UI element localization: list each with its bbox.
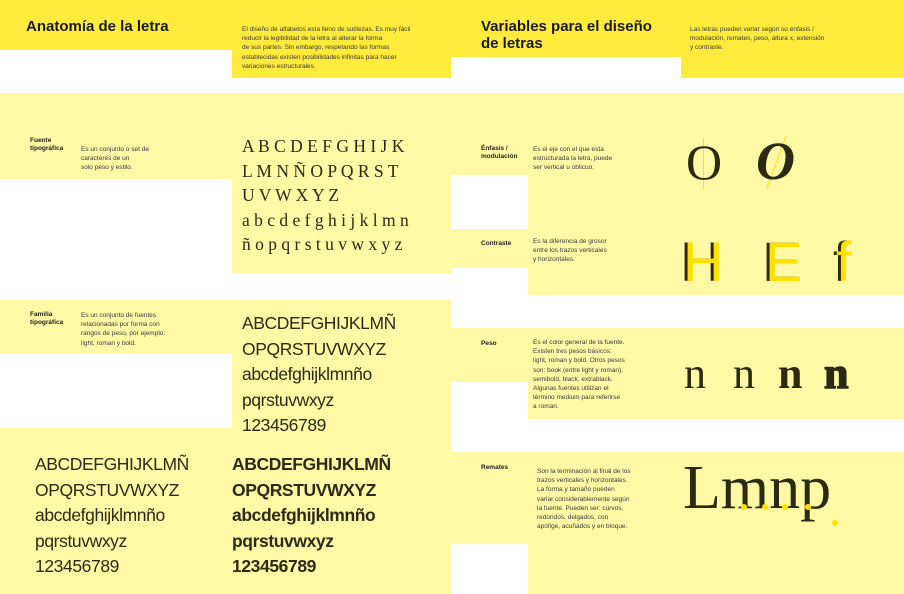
left-intro-text: El diseño de alfabetos esta lleno de sut… [242,26,411,70]
contraste-glyph-f: f [836,230,852,293]
familia-label: Familia tipográfica [30,311,64,326]
contraste-glyph-h: H [683,230,724,293]
enfasis-vertical-o: O [684,134,724,190]
peso-glyph-roman: n [733,349,755,398]
enfasis-description: Es el eje con el que esta estructurada l… [533,146,613,172]
peso-glyph-light: n [684,349,706,398]
serif-dot-4 [805,504,811,510]
remates-description: Son la terminación al final de los trazo… [537,468,631,531]
serif-dot-3 [782,504,788,510]
enfasis-oblique-o: O [754,131,810,191]
left-page-title: Anatomía de la letra [26,18,169,35]
familia-description: Es un conjunto de fuentes relacionadas p… [81,312,166,347]
serif-font-sample: A B C D E F G H I J K L M N Ñ O P Q R S … [242,136,409,254]
sans-bold-sample: ABCDEFGHIJKLMÑ OPQRSTUVWXYZ abcdefghijkl… [232,454,391,576]
remates-word: Lmnp [683,454,832,522]
enfasis-glyph-vertical: O [686,134,723,190]
serif-dot-1 [741,504,747,510]
peso-glyph-black: n [823,349,850,399]
contraste-glyph-e: E [765,230,803,293]
sans-light-sample: ABCDEFGHIJKLMÑ OPQRSTUVWXYZ abcdefghijkl… [242,313,396,435]
sans-regular-sample: ABCDEFGHIJKLMÑ OPQRSTUVWXYZ abcdefghijkl… [35,454,189,576]
peso-glyph-bold: n [778,349,803,398]
serif-dot-2 [762,504,768,510]
contraste-label: Contraste [481,240,512,247]
fuente-label: Fuente tipográfica [30,137,64,152]
right-page-title: Variables para el diseño de letras [481,18,652,52]
peso-label: Peso [481,340,497,347]
serif-dot-5 [832,520,838,526]
fuente-description: Es un conjunto o set de caracteres de un… [81,146,149,172]
right-intro-text: Las letras pueden variar según su énfasi… [690,26,825,52]
contraste-description: Es la diferencia de grosor entre los tra… [533,238,607,264]
remates-label: Remates [481,464,509,471]
peso-description: Es el color general de la fuente. Existe… [533,339,625,411]
enfasis-label: Énfasis / modulación [481,145,518,160]
enfasis-glyph-oblique: O [756,131,795,191]
